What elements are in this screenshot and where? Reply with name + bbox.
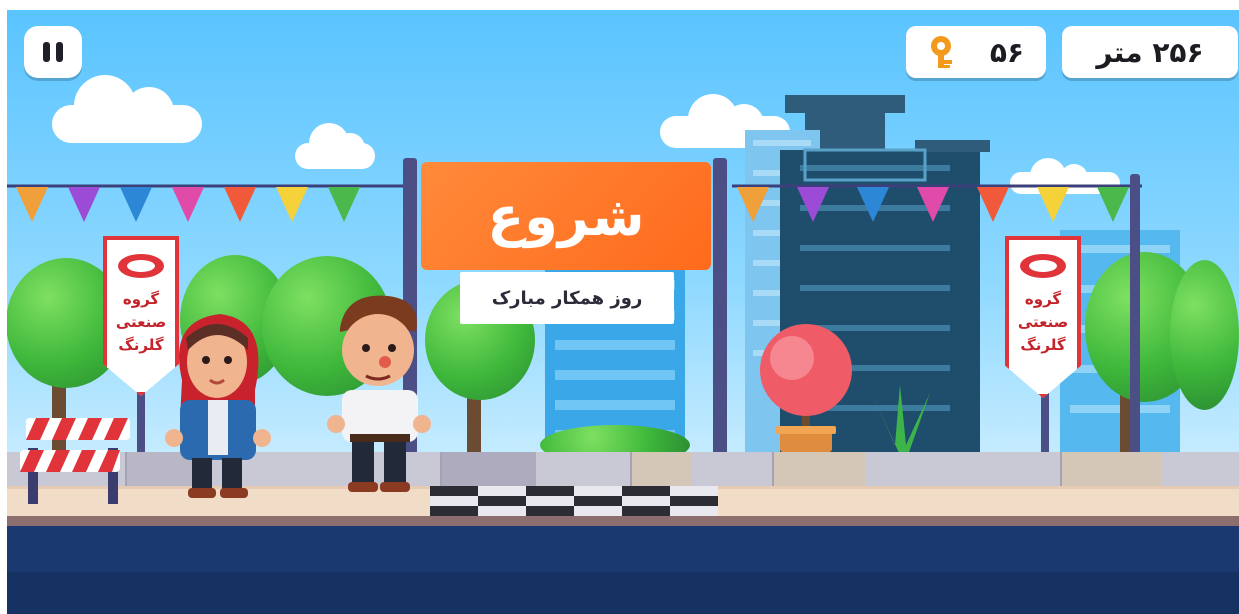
road [0,526,1239,614]
bunting-right [732,184,1142,222]
wall-block [440,452,536,488]
right-brand-banner: گروه صنعتی گلرنگ [1005,236,1081,398]
girl-character [165,314,271,498]
potted-plant [760,324,852,452]
game-stage: شروع روز همکار مبارک گروه صنعتی گلرنگ گر… [0,0,1239,614]
banner-line: صنعتی [115,313,167,331]
cloud [52,75,202,143]
cloud [295,123,375,169]
keys-count: ۵۶ [989,35,1024,69]
brand-logo-icon [1020,254,1066,278]
keys-counter: ۵۶ [906,26,1046,78]
key-icon [931,36,952,68]
wall-block [630,452,692,488]
finish-line-checker [430,486,718,516]
start-subsign: روز همکار مبارک [460,272,674,324]
start-sign: شروع [421,162,711,270]
brand-logo-icon [118,254,164,278]
grass-plant [870,385,930,455]
pause-icon [40,36,66,69]
banner-line: صنعتی [1017,313,1069,331]
bunting-left [6,184,406,222]
curb [0,516,1239,526]
road-barricade [20,418,130,504]
pause-button[interactable] [24,26,82,78]
banner-line: گروه [1024,290,1062,308]
wall-block [1060,452,1162,488]
tree [1170,260,1239,410]
start-subsign-label: روز همکار مبارک [491,287,643,309]
banner-line: گلرنگ [1020,336,1066,354]
sign-pole-right [713,158,727,458]
boy-character [327,295,431,492]
wall-block [772,452,866,488]
banner-line: گلرنگ [118,336,164,354]
distance-counter: ۲۵۶ متر [1062,26,1238,78]
distance-value: ۲۵۶ متر [1096,35,1204,69]
start-sign-label: شروع [487,184,645,248]
banner-line: گروه [122,290,160,308]
bunting-pole [1130,174,1140,459]
